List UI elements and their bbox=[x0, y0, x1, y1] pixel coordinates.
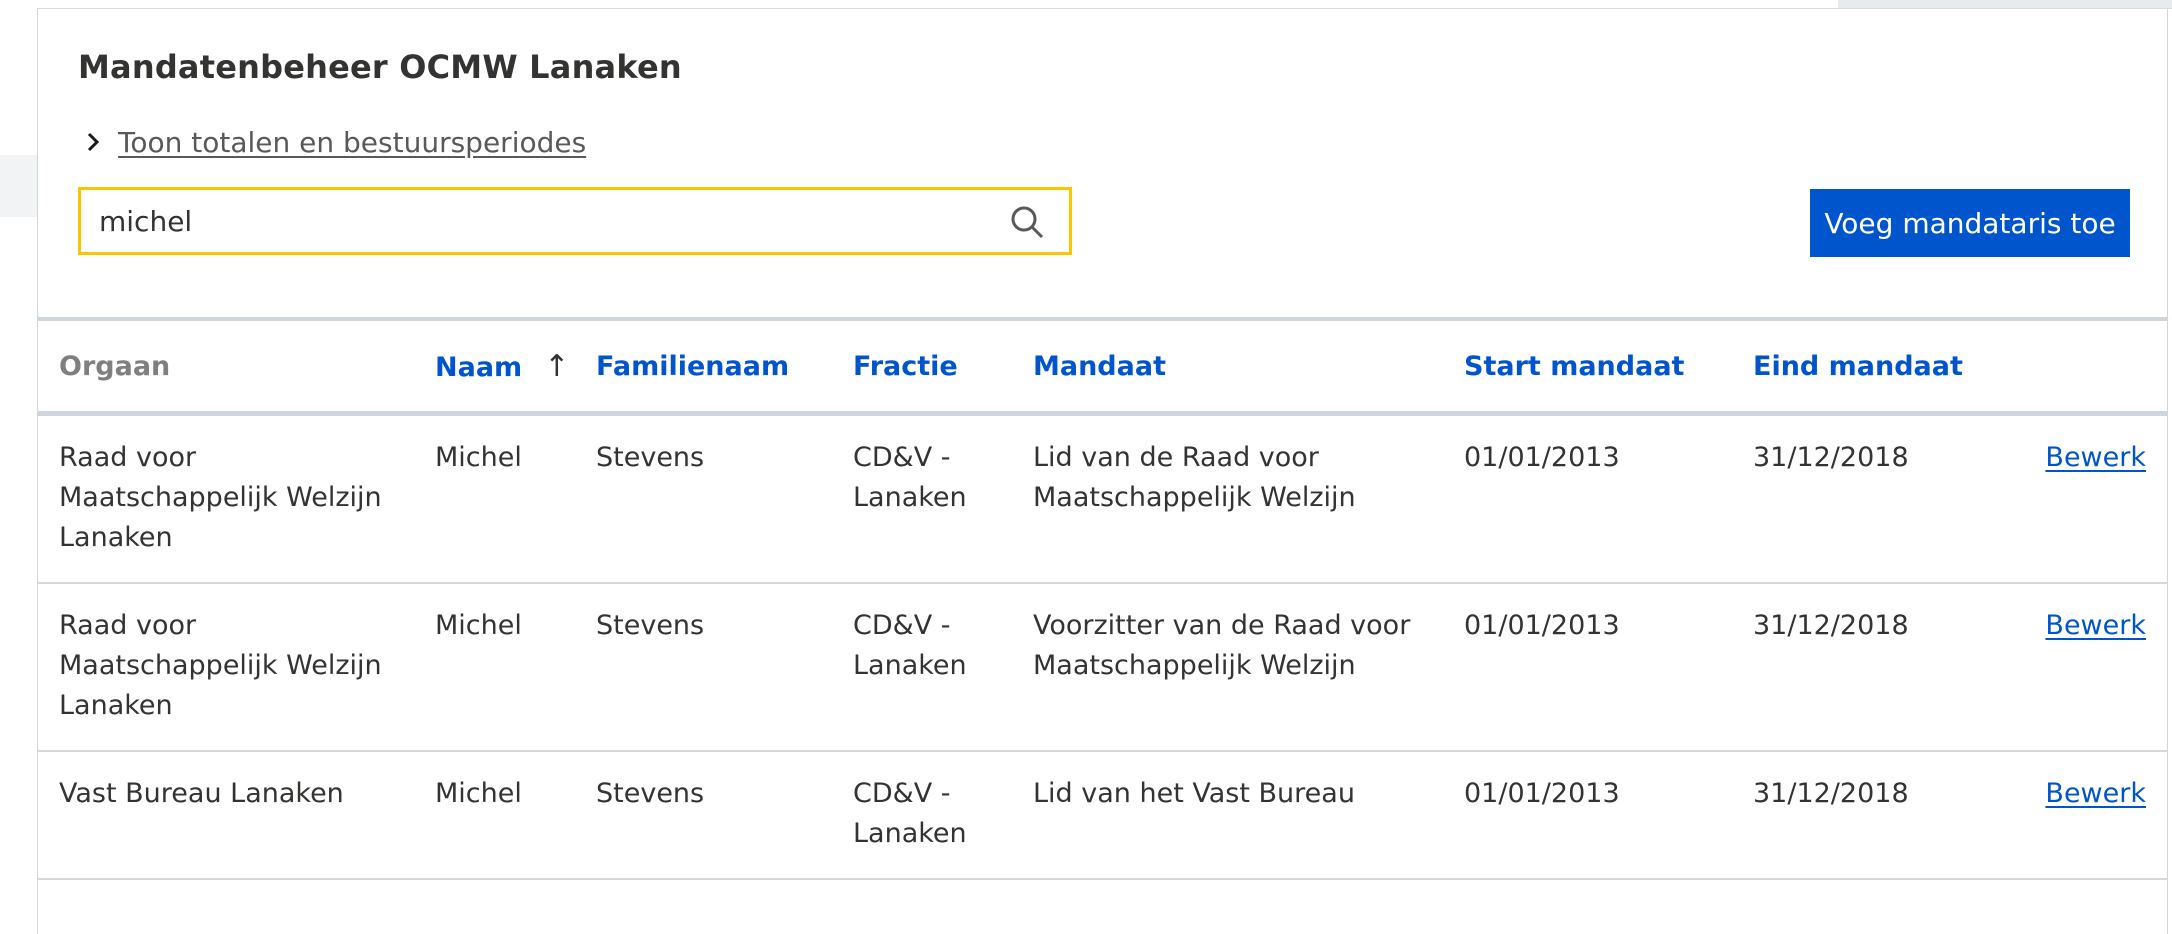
table-header-row: Orgaan Naam ↑ Familienaam Fractie Mandaat… bbox=[38, 321, 2167, 416]
table-row: Vast Bureau Lanaken Michel Stevens CD&V … bbox=[38, 751, 2167, 880]
edit-link[interactable]: Bewerk bbox=[2045, 778, 2146, 809]
toggle-totals-link[interactable]: Toon totalen en bestuursperiodes bbox=[82, 124, 586, 160]
cell-actions: Bewerk bbox=[1966, 583, 2167, 752]
cell-fractie: CD&V - Lanaken bbox=[853, 583, 1033, 752]
mandatarissen-table: Orgaan Naam ↑ Familienaam Fractie Mandaat… bbox=[38, 321, 2167, 880]
add-mandataris-button[interactable]: Voeg mandataris toe bbox=[1810, 189, 2130, 257]
column-header-familienaam[interactable]: Familienaam bbox=[596, 321, 853, 416]
chevron-right-icon bbox=[82, 131, 104, 153]
column-header-naam[interactable]: Naam ↑ bbox=[435, 321, 596, 416]
search-input[interactable] bbox=[99, 190, 999, 252]
left-panel-item bbox=[0, 155, 37, 217]
column-header-orgaan: Orgaan bbox=[38, 321, 435, 416]
cell-naam: Michel bbox=[435, 751, 596, 880]
cell-eind-mandaat: 31/12/2018 bbox=[1753, 751, 1966, 880]
cell-start-mandaat: 01/01/2013 bbox=[1464, 751, 1753, 880]
content-right-border bbox=[2167, 9, 2168, 934]
cell-fractie: CD&V - Lanaken bbox=[853, 751, 1033, 880]
cell-eind-mandaat: 31/12/2018 bbox=[1753, 583, 1966, 752]
page-title: Mandatenbeheer OCMW Lanaken bbox=[78, 48, 682, 86]
table-row: Raad voor Maatschappelijk Welzijn Lanake… bbox=[38, 583, 2167, 752]
column-header-mandaat[interactable]: Mandaat bbox=[1033, 321, 1464, 416]
cell-naam: Michel bbox=[435, 583, 596, 752]
column-header-actions bbox=[1966, 321, 2167, 416]
top-tab-background bbox=[1838, 0, 2172, 8]
toggle-totals-label: Toon totalen en bestuursperiodes bbox=[118, 125, 587, 159]
edit-link[interactable]: Bewerk bbox=[2045, 442, 2146, 473]
column-header-eind-mandaat[interactable]: Eind mandaat bbox=[1753, 321, 1966, 416]
cell-familienaam: Stevens bbox=[596, 413, 853, 584]
search-box bbox=[78, 187, 1072, 255]
cell-start-mandaat: 01/01/2013 bbox=[1464, 413, 1753, 584]
cell-naam: Michel bbox=[435, 413, 596, 584]
column-header-fractie[interactable]: Fractie bbox=[853, 321, 1033, 416]
cell-mandaat: Lid van de Raad voor Maatschappelijk Wel… bbox=[1033, 413, 1464, 584]
cell-eind-mandaat: 31/12/2018 bbox=[1753, 413, 1966, 584]
cell-actions: Bewerk bbox=[1966, 413, 2167, 584]
cell-fractie: CD&V - Lanaken bbox=[853, 413, 1033, 584]
sort-ascending-icon: ↑ bbox=[544, 348, 570, 384]
cell-mandaat: Voorzitter van de Raad voor Maatschappel… bbox=[1033, 583, 1464, 752]
left-panel bbox=[0, 0, 37, 934]
edit-link[interactable]: Bewerk bbox=[2045, 610, 2146, 641]
search-icon[interactable] bbox=[1009, 204, 1045, 240]
cell-orgaan: Raad voor Maatschappelijk Welzijn Lanake… bbox=[38, 583, 435, 752]
cell-familienaam: Stevens bbox=[596, 751, 853, 880]
cell-actions: Bewerk bbox=[1966, 751, 2167, 880]
table-row: Raad voor Maatschappelijk Welzijn Lanake… bbox=[38, 413, 2167, 584]
cell-familienaam: Stevens bbox=[596, 583, 853, 752]
cell-start-mandaat: 01/01/2013 bbox=[1464, 583, 1753, 752]
column-header-start-mandaat[interactable]: Start mandaat bbox=[1464, 321, 1753, 416]
cell-mandaat: Lid van het Vast Bureau bbox=[1033, 751, 1464, 880]
cell-orgaan: Vast Bureau Lanaken bbox=[38, 751, 435, 880]
cell-orgaan: Raad voor Maatschappelijk Welzijn Lanake… bbox=[38, 413, 435, 584]
column-header-naam-label: Naam bbox=[435, 351, 523, 383]
